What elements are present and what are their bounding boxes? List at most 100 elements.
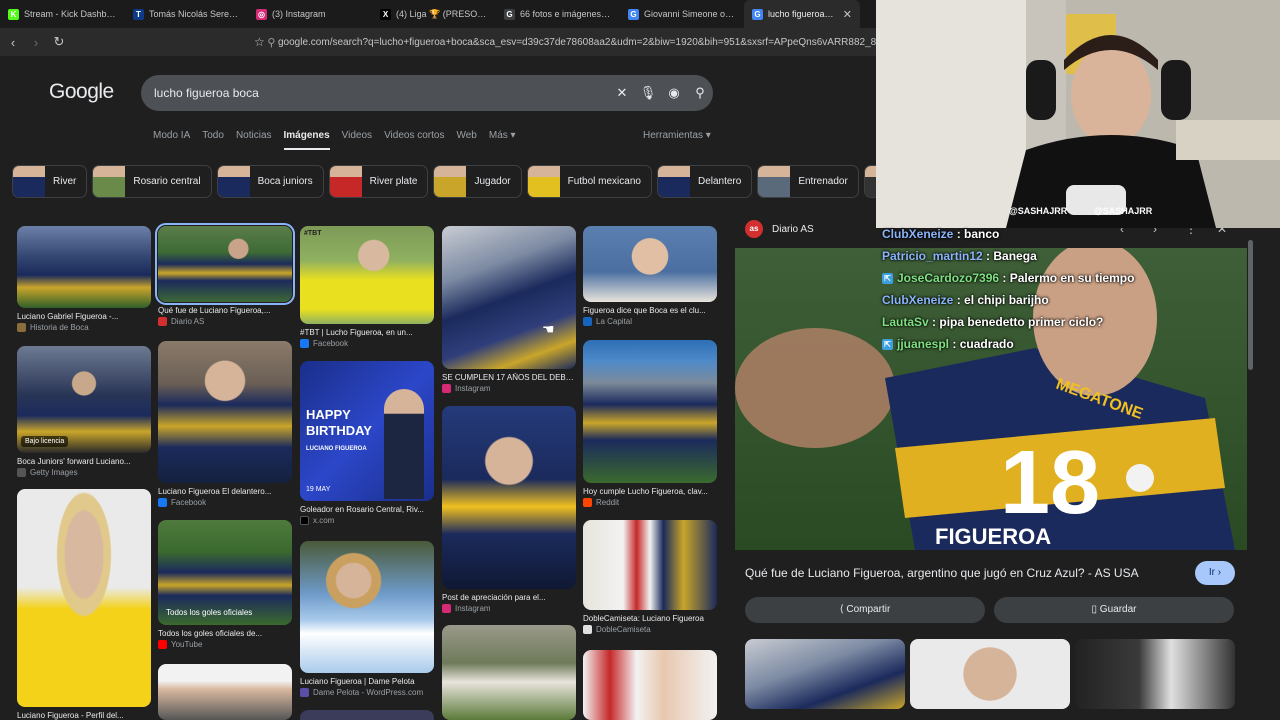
refinement-chip[interactable]: Delantero [656, 165, 753, 198]
image-result[interactable] [300, 710, 434, 720]
search-box[interactable]: lucho figueroa boca ✕ 🎙 ◉ ⚲ [141, 75, 713, 111]
address-bar[interactable]: ☆ ⚲ google.com/search?q=lucho+figueroa+b… [254, 31, 894, 53]
related-image[interactable] [745, 639, 905, 709]
result-thumbnail[interactable] [442, 226, 576, 369]
result-thumbnail[interactable] [17, 489, 151, 707]
preview-title[interactable]: Qué fue de Luciano Figueroa, argentino q… [745, 566, 1139, 580]
refinement-chip[interactable] [863, 165, 876, 198]
related-image[interactable] [1075, 639, 1235, 709]
result-thumbnail[interactable] [158, 664, 292, 720]
image-result[interactable]: Luciano Gabriel Figueroa -... Historia d… [17, 226, 151, 332]
result-caption[interactable]: Luciano Figueroa - Perfil del... [17, 711, 151, 720]
result-caption[interactable]: Goleador en Rosario Central, Riv... [300, 505, 434, 514]
bookmark-icon[interactable]: ☆ [254, 35, 265, 49]
refinement-chip[interactable]: Entrenador [757, 165, 859, 198]
clear-icon[interactable]: ✕ [609, 85, 635, 101]
search-tab[interactable]: Noticias [236, 130, 272, 150]
result-caption[interactable]: DobleCamiseta: Luciano Figueroa [583, 614, 717, 623]
site-info-icon[interactable]: ⚲ [265, 36, 278, 49]
image-result[interactable] [442, 625, 576, 720]
result-thumbnail[interactable] [300, 541, 434, 673]
image-result[interactable]: Luciano Figueroa | Dame Pelota Dame Pelo… [300, 541, 434, 697]
search-input[interactable]: lucho figueroa boca [154, 86, 609, 100]
share-button[interactable]: ⟨ Compartir [745, 597, 985, 623]
image-result[interactable]: SE CUMPLEN 17 AÑOS DEL DEBU... Instagram [442, 226, 576, 393]
lens-icon[interactable]: ◉ [661, 85, 687, 101]
browser-tab[interactable]: K Stream - Kick Dashboard [0, 0, 125, 28]
search-tab[interactable]: Todo [202, 130, 224, 150]
result-caption[interactable]: Figueroa dice que Boca es el clu... [583, 306, 717, 315]
result-thumbnail[interactable] [17, 226, 151, 308]
image-result[interactable]: Luciano Figueroa - Perfil del... [17, 489, 151, 720]
search-tab[interactable]: Modo IA [153, 130, 190, 150]
refinement-chip[interactable]: Rosario central [92, 165, 212, 198]
image-result[interactable]: Bajo licencia Boca Juniors' forward Luci… [17, 346, 151, 477]
result-caption[interactable]: Qué fue de Luciano Figueroa,... [158, 306, 292, 315]
image-result[interactable]: Post de apreciación para el... Instagram [442, 406, 576, 613]
save-button[interactable]: ▯ Guardar [994, 597, 1234, 623]
browser-tab[interactable]: G Giovanni Simeone of Tori [620, 0, 744, 28]
image-result[interactable]: Hoy cumple Lucho Figueroa, clav... Reddi… [583, 340, 717, 507]
browser-tab[interactable]: X (4) Liga 🏆 (PRESO POLÍT [372, 0, 496, 28]
result-caption[interactable]: Todos los goles oficiales de... [158, 629, 292, 638]
result-caption[interactable]: Luciano Figueroa | Dame Pelota [300, 677, 434, 686]
refinement-chip[interactable]: Futbol mexicano [526, 165, 652, 198]
forward-icon[interactable]: › [26, 35, 46, 50]
search-tab[interactable]: Más ▾ [489, 130, 516, 150]
result-caption[interactable]: #TBT | Lucho Figueroa, en un... [300, 328, 434, 337]
preview-scrollbar[interactable] [1248, 240, 1253, 370]
result-thumbnail[interactable]: Bajo licencia [17, 346, 151, 453]
result-thumbnail[interactable] [155, 223, 295, 305]
tab-close-icon[interactable]: ✕ [843, 8, 852, 21]
tab-label: 66 fotos e imágenes de a [520, 9, 612, 19]
browser-tab[interactable]: G 66 fotos e imágenes de a [496, 0, 620, 28]
related-image[interactable] [910, 639, 1070, 709]
search-tab[interactable]: Videos cortos [384, 130, 444, 150]
result-thumbnail[interactable]: #TBT [300, 226, 434, 324]
image-result[interactable]: Luciano Figueroa El delantero... Faceboo… [158, 341, 292, 507]
browser-tab[interactable]: ◎ (3) Instagram [248, 0, 372, 28]
result-caption[interactable]: Boca Juniors' forward Luciano... [17, 457, 151, 466]
result-thumbnail[interactable]: Todos los goles oficiales [158, 520, 292, 625]
visit-button[interactable]: Ir › [1195, 561, 1235, 585]
result-caption[interactable]: Post de apreciación para el... [442, 593, 576, 602]
refinement-chip[interactable]: River [12, 165, 88, 198]
result-thumbnail[interactable] [583, 650, 717, 720]
result-caption[interactable]: SE CUMPLEN 17 AÑOS DEL DEBU... [442, 373, 576, 382]
image-result[interactable]: #TBT #TBT | Lucho Figueroa, en un... Fac… [300, 226, 434, 348]
search-tab[interactable]: Web [456, 130, 476, 150]
image-result[interactable]: Figueroa dice que Boca es el clu... La C… [583, 226, 717, 326]
result-thumbnail[interactable]: HAPPY BIRTHDAY LUCIANO FIGUEROA 19 MAY [300, 361, 434, 501]
image-result[interactable]: HAPPY BIRTHDAY LUCIANO FIGUEROA 19 MAY G… [300, 361, 434, 525]
result-thumbnail[interactable] [158, 341, 292, 483]
result-caption[interactable]: Luciano Gabriel Figueroa -... [17, 312, 151, 321]
refinement-chip[interactable]: River plate [328, 165, 429, 198]
result-thumbnail[interactable] [583, 340, 717, 483]
refinement-chip[interactable]: Jugador [433, 165, 522, 198]
google-logo[interactable]: Google [49, 80, 114, 104]
search-tab[interactable]: Videos [342, 130, 372, 150]
voice-search-icon[interactable]: 🎙 [635, 85, 661, 101]
image-result[interactable] [583, 650, 717, 720]
image-result[interactable]: Todos los goles oficiales Todos los gole… [158, 520, 292, 649]
result-thumbnail[interactable] [583, 520, 717, 610]
image-result-selected[interactable]: Qué fue de Luciano Figueroa,... Diario A… [155, 223, 295, 326]
result-caption[interactable]: Luciano Figueroa El delantero... [158, 487, 292, 496]
search-tab[interactable]: Imágenes [283, 130, 330, 150]
preview-source[interactable]: as Diario AS [745, 220, 814, 238]
result-thumbnail[interactable] [300, 710, 434, 720]
result-thumbnail[interactable] [583, 226, 717, 302]
result-caption[interactable]: Hoy cumple Lucho Figueroa, clav... [583, 487, 717, 496]
image-result[interactable] [158, 664, 292, 720]
browser-tab[interactable]: Glucho figueroa boca ✕ [744, 0, 860, 28]
image-result[interactable]: DobleCamiseta: Luciano Figueroa DobleCam… [583, 520, 717, 634]
search-icon[interactable]: ⚲ [687, 85, 713, 101]
browser-tab[interactable]: T Tomás Nicolás Sereda - P [125, 0, 248, 28]
result-thumbnail[interactable] [442, 406, 576, 589]
reload-icon[interactable]: ↻ [49, 34, 69, 50]
image-results-grid: Luciano Gabriel Figueroa -... Historia d… [0, 200, 735, 720]
back-icon[interactable]: ‹ [3, 35, 23, 50]
tools-button[interactable]: Herramientas ▾ [643, 130, 711, 141]
result-thumbnail[interactable] [442, 625, 576, 720]
refinement-chip[interactable]: Boca juniors [216, 165, 324, 198]
